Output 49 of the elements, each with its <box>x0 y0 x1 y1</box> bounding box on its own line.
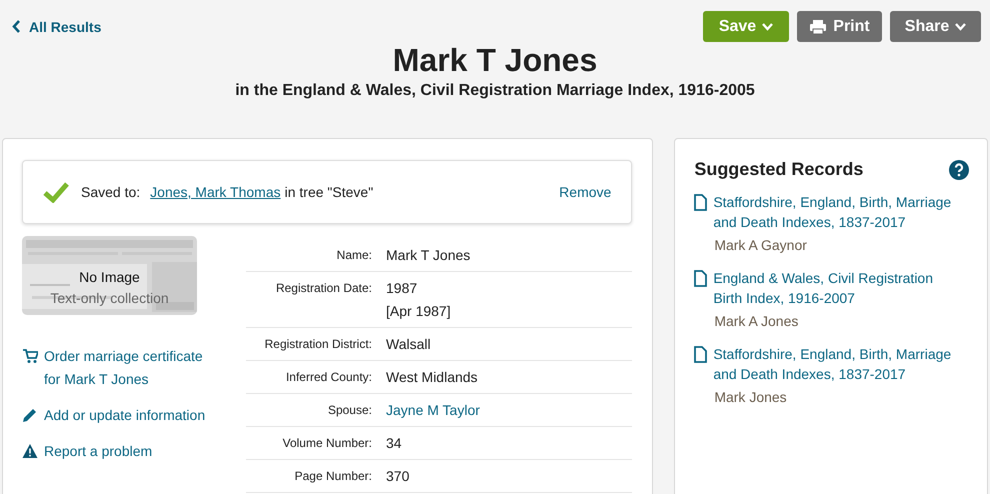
saved-label: Saved to: <box>81 184 140 200</box>
field-value: 370 <box>386 467 410 486</box>
checkmark-icon <box>43 181 69 203</box>
record-link[interactable]: Staffordshire, England, Birth, Marriage and Death Indexes, 1837-2017 <box>694 192 969 232</box>
help-icon[interactable] <box>949 160 969 180</box>
field-value: Mark T Jones <box>386 246 470 265</box>
field-label: Page Number: <box>294 468 373 485</box>
document-icon <box>694 194 708 211</box>
caret-icon <box>955 22 966 30</box>
field-label: Inferred County: <box>284 369 373 386</box>
tree-person-link[interactable]: Jones, Mark Thomas <box>150 184 281 200</box>
printer-icon <box>809 18 828 34</box>
save-button[interactable]: Save <box>703 11 789 42</box>
no-image-label: No Image <box>78 269 141 285</box>
remove-link[interactable]: Remove <box>559 184 612 200</box>
record-person: Mark Jones <box>714 388 788 407</box>
action-link[interactable]: Report a problem <box>22 440 246 463</box>
record-person: Mark A Gaynor <box>714 236 808 255</box>
field-value: West Midlands <box>386 368 478 387</box>
field-value: 1987 <box>386 279 418 298</box>
pencil-icon <box>22 407 38 423</box>
tree-text: in tree "Steve" <box>284 184 374 200</box>
no-image-caption: Text-only collection <box>49 290 170 306</box>
field-label: Name: <box>336 247 373 264</box>
warning-icon <box>22 443 38 459</box>
panel-title: Suggested Records <box>694 159 864 180</box>
collection-subtitle: in the England & Wales, Civil Registration Marriage Index, 1916-2005 <box>234 81 756 101</box>
field-value: Walsall <box>386 335 431 354</box>
field-label: Spouse: <box>326 402 373 419</box>
cart-icon <box>22 348 38 364</box>
document-icon <box>694 346 708 363</box>
back-link[interactable]: All Results <box>12 18 102 34</box>
spouse-link[interactable]: Jayne M Taylor <box>386 399 480 422</box>
document-icon <box>694 270 708 287</box>
chevron-left-icon <box>12 20 21 33</box>
record-title: Mark T Jones <box>392 41 598 80</box>
share-button[interactable]: Share <box>890 11 981 42</box>
record-link[interactable]: Staffordshire, England, Birth, Marriage and Death Indexes, 1837-2017 <box>694 344 969 384</box>
action-link[interactable]: Add or update information <box>22 404 246 427</box>
record-person: Mark A Jones <box>714 312 800 331</box>
field-label: Volume Number: <box>282 435 373 452</box>
field-value: 34 <box>386 434 402 453</box>
field-value: [Apr 1987] <box>386 302 451 321</box>
field-label: Registration Date: <box>274 280 373 297</box>
record-link[interactable]: England & Wales, Civil Registration Birth Index, 1916-2007 <box>694 268 969 308</box>
field-label: Registration District: <box>264 336 373 353</box>
caret-icon <box>762 22 774 30</box>
print-button[interactable]: Print <box>797 11 882 42</box>
action-link[interactable]: Order marriage certificate for Mark T Jones <box>22 345 246 391</box>
